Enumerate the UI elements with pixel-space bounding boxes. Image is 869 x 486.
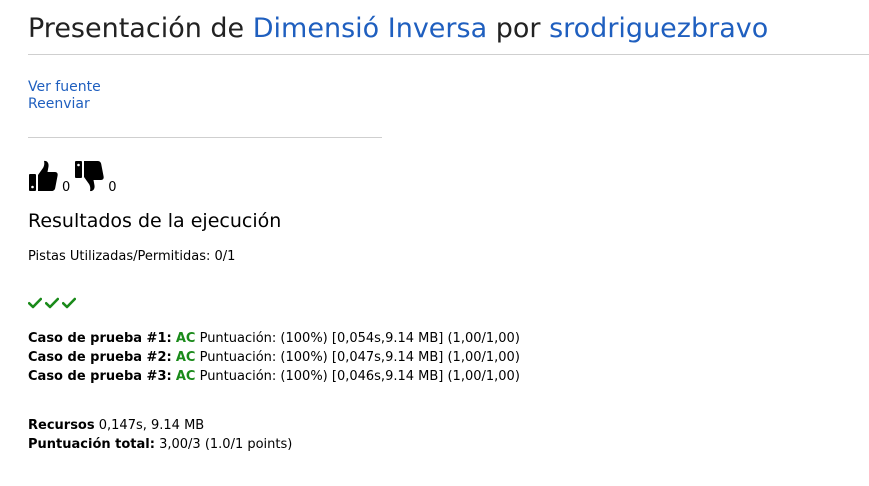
hints-used: Pistas Utilizadas/Permitidas: 0/1 (28, 249, 236, 264)
test-case-row: Caso de prueba #1: AC Puntuación: (100%)… (28, 329, 520, 348)
total-score-label: Puntuación total: (28, 437, 155, 452)
submission-actions: Ver fuente Reenviar (28, 79, 101, 113)
test-case-label: Caso de prueba #3: (28, 369, 172, 384)
upvote-count: 0 (62, 180, 71, 195)
test-case-status: AC (175, 331, 196, 346)
problem-link[interactable]: Dimensió Inversa (253, 13, 487, 44)
resubmit-link[interactable]: Reenviar (28, 96, 101, 113)
check-icon (45, 297, 59, 309)
user-link[interactable]: srodriguezbravo (549, 13, 768, 44)
test-case-detail: Puntuación: (100%) [0,047s,9.14 MB] (1,0… (199, 350, 520, 365)
test-case-list: Caso de prueba #1: AC Puntuación: (100%)… (28, 329, 520, 386)
check-icon (62, 297, 76, 309)
total-score-line: Puntuación total: 3,00/3 (1.0/1 points) (28, 435, 292, 454)
test-checks (28, 297, 76, 309)
resources-line: Recursos 0,147s, 9.14 MB (28, 416, 292, 435)
test-case-label: Caso de prueba #1: (28, 331, 172, 346)
test-case-detail: Puntuación: (100%) [0,054s,9.14 MB] (1,0… (199, 331, 520, 346)
resources-label: Recursos (28, 418, 95, 433)
title-prefix: Presentación de (28, 13, 245, 44)
test-case-label: Caso de prueba #2: (28, 350, 172, 365)
title-divider (28, 54, 869, 55)
results-title: Resultados de la ejecución (28, 210, 282, 232)
test-case-status: AC (175, 350, 196, 365)
thumbs-up-icon[interactable] (28, 160, 58, 196)
view-source-link[interactable]: Ver fuente (28, 79, 101, 96)
check-icon (28, 297, 42, 309)
vote-bar: 0 0 (28, 160, 121, 196)
test-case-detail: Puntuación: (100%) [0,046s,9.14 MB] (1,0… (199, 369, 520, 384)
title-middle: por (495, 13, 541, 44)
actions-divider (28, 137, 382, 138)
resources-value: 0,147s, 9.14 MB (98, 418, 205, 433)
downvote-count: 0 (108, 180, 117, 195)
results-summary: Recursos 0,147s, 9.14 MB Puntuación tota… (28, 416, 292, 454)
thumbs-down-icon[interactable] (74, 160, 104, 196)
test-case-status: AC (175, 369, 196, 384)
page-title: Presentación de Dimensió Inversa por sro… (28, 10, 768, 48)
test-case-row: Caso de prueba #2: AC Puntuación: (100%)… (28, 348, 520, 367)
total-score-value: 3,00/3 (1.0/1 points) (159, 437, 293, 452)
test-case-row: Caso de prueba #3: AC Puntuación: (100%)… (28, 367, 520, 386)
